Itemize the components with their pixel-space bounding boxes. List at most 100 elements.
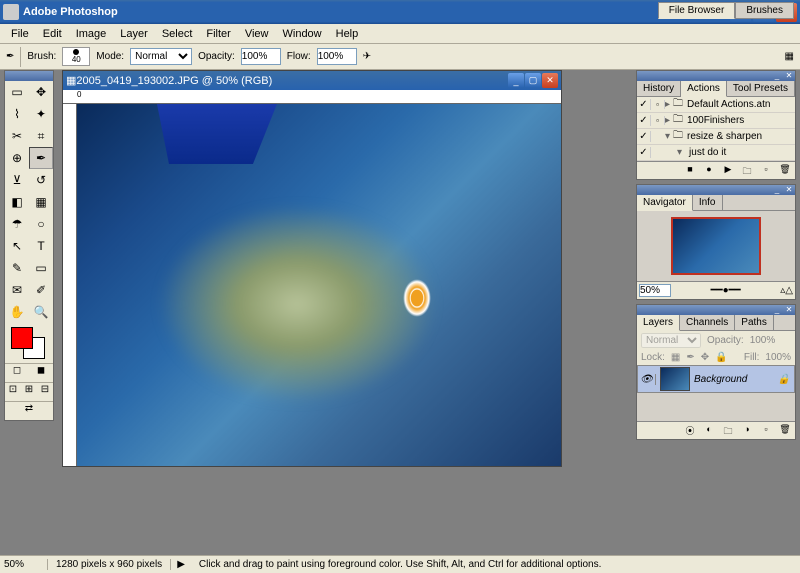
layer-style-icon[interactable]: ⦿ (682, 424, 698, 438)
gradient-tool[interactable]: ▦ (29, 191, 53, 213)
status-dimensions[interactable]: 1280 pixels x 960 pixels (48, 559, 171, 570)
menu-window[interactable]: Window (276, 26, 329, 42)
palette-well-brushes[interactable]: Brushes (735, 2, 794, 19)
doc-close-button[interactable]: ✕ (542, 73, 558, 88)
visibility-icon[interactable]: 👁 (638, 374, 656, 385)
tab-info[interactable]: Info (693, 195, 723, 210)
menu-file[interactable]: File (4, 26, 36, 42)
menu-help[interactable]: Help (329, 26, 366, 42)
lock-pixels-icon[interactable]: ✒ (686, 352, 694, 363)
trash-icon[interactable]: 🗑 (777, 424, 793, 438)
layer-opacity-value[interactable]: 100% (750, 335, 776, 346)
doc-maximize-button[interactable]: ▢ (525, 73, 541, 88)
tab-layers[interactable]: Layers (637, 315, 680, 331)
new-action-icon[interactable]: ▫ (758, 164, 774, 178)
zoom-slider[interactable]: ━━●━━ (671, 285, 780, 296)
tab-navigator[interactable]: Navigator (637, 195, 693, 211)
panel-close-icon[interactable]: ✕ (783, 185, 795, 194)
screen-mode-full-menu[interactable]: ⊞ (21, 383, 37, 401)
status-arrow-icon[interactable]: ▶ (171, 559, 191, 570)
lock-all-icon[interactable]: 🔒 (715, 352, 727, 363)
lock-position-icon[interactable]: ✥ (701, 352, 709, 363)
healing-tool[interactable]: ⊕ (5, 147, 29, 169)
palette-well-file-browser[interactable]: File Browser (658, 2, 736, 19)
brush-tool-icon[interactable]: ✒ (6, 51, 14, 62)
panel-minimize-icon[interactable]: _ (771, 71, 783, 80)
panel-minimize-icon[interactable]: _ (771, 305, 783, 314)
layer-thumbnail[interactable] (660, 367, 690, 391)
menu-layer[interactable]: Layer (113, 26, 155, 42)
action-item[interactable]: ✓▫▸🗀Default Actions.atn (637, 97, 795, 113)
hand-tool[interactable]: ✋ (5, 301, 29, 323)
pen-tool[interactable]: ✎ (5, 257, 29, 279)
flow-input[interactable] (317, 48, 357, 65)
type-tool[interactable]: T (29, 235, 53, 257)
panel-close-icon[interactable]: ✕ (783, 71, 795, 80)
navigator-zoom-input[interactable] (639, 284, 671, 297)
path-tool[interactable]: ↖ (5, 235, 29, 257)
screen-mode-full[interactable]: ⊟ (37, 383, 53, 401)
panel-close-icon[interactable]: ✕ (783, 305, 795, 314)
foreground-color[interactable] (11, 327, 33, 349)
new-layer-icon[interactable]: ▫ (758, 424, 774, 438)
menu-view[interactable]: View (238, 26, 276, 42)
toolbox-header[interactable] (5, 71, 53, 81)
magic-wand-tool[interactable]: ✦ (29, 103, 53, 125)
tab-tool-presets[interactable]: Tool Presets (727, 81, 795, 96)
menu-edit[interactable]: Edit (36, 26, 69, 42)
document-titlebar[interactable]: ▦ 2005_0419_193002.JPG @ 50% (RGB) _ ▢ ✕ (63, 71, 561, 90)
toggle-palettes-icon[interactable]: ▦ (785, 51, 794, 62)
opacity-input[interactable] (241, 48, 281, 65)
stamp-tool[interactable]: ⊻ (5, 169, 29, 191)
zoom-tool[interactable]: 🔍 (29, 301, 53, 323)
shape-tool[interactable]: ▭ (29, 257, 53, 279)
vertical-ruler[interactable] (63, 104, 77, 466)
action-item[interactable]: ✓▫▸🗀100Finishers (637, 113, 795, 129)
panel-minimize-icon[interactable]: _ (771, 185, 783, 194)
layer-name[interactable]: Background (694, 374, 747, 385)
lasso-tool[interactable]: ⌇ (5, 103, 29, 125)
canvas[interactable] (77, 104, 561, 466)
layer-fill-value[interactable]: 100% (765, 352, 791, 363)
layer-row[interactable]: 👁 Background 🔒 (637, 365, 795, 393)
brush-preset-picker[interactable]: 40 (62, 47, 90, 66)
move-tool[interactable]: ✥ (29, 81, 53, 103)
notes-tool[interactable]: ✉ (5, 279, 29, 301)
navigator-thumbnail[interactable] (637, 211, 795, 281)
status-zoom[interactable]: 50% (0, 559, 48, 570)
airbrush-icon[interactable]: ✈ (363, 51, 371, 62)
tab-actions[interactable]: Actions (681, 81, 727, 97)
marquee-tool[interactable]: ▭ (5, 81, 29, 103)
tab-channels[interactable]: Channels (680, 315, 735, 330)
tab-paths[interactable]: Paths (735, 315, 774, 330)
action-item[interactable]: ✓▾🗀resize & sharpen (637, 129, 795, 145)
new-set-icon[interactable]: 🗀 (720, 424, 736, 438)
doc-minimize-button[interactable]: _ (508, 73, 524, 88)
horizontal-ruler[interactable]: 0 (63, 90, 561, 104)
action-item[interactable]: ✓▾just do it (637, 145, 795, 161)
blend-mode-select[interactable]: Normal (130, 48, 192, 65)
trash-icon[interactable]: 🗑 (777, 164, 793, 178)
adjustment-layer-icon[interactable]: ◑ (739, 424, 755, 438)
zoom-in-icon[interactable]: △ (785, 285, 793, 296)
play-icon[interactable]: ▶ (720, 164, 736, 178)
history-brush-tool[interactable]: ↺ (29, 169, 53, 191)
standard-mode-button[interactable]: ◻ (5, 364, 29, 382)
lock-transparency-icon[interactable]: ▦ (671, 352, 680, 363)
eyedropper-tool[interactable]: ✐ (29, 279, 53, 301)
jump-to-imageready[interactable]: ⇄ (5, 402, 53, 420)
dodge-tool[interactable]: ○ (29, 213, 53, 235)
record-icon[interactable]: ● (701, 164, 717, 178)
crop-tool[interactable]: ✂ (5, 125, 29, 147)
tab-history[interactable]: History (637, 81, 681, 96)
blur-tool[interactable]: ☂ (5, 213, 29, 235)
stop-icon[interactable]: ■ (682, 164, 698, 178)
layer-mask-icon[interactable]: ◐ (701, 424, 717, 438)
eraser-tool[interactable]: ◧ (5, 191, 29, 213)
slice-tool[interactable]: ⌗ (29, 125, 53, 147)
screen-mode-standard[interactable]: ⊡ (5, 383, 21, 401)
new-set-icon[interactable]: 🗀 (739, 164, 755, 178)
menu-select[interactable]: Select (155, 26, 200, 42)
menu-image[interactable]: Image (69, 26, 114, 42)
brush-tool[interactable]: ✒ (29, 147, 53, 169)
